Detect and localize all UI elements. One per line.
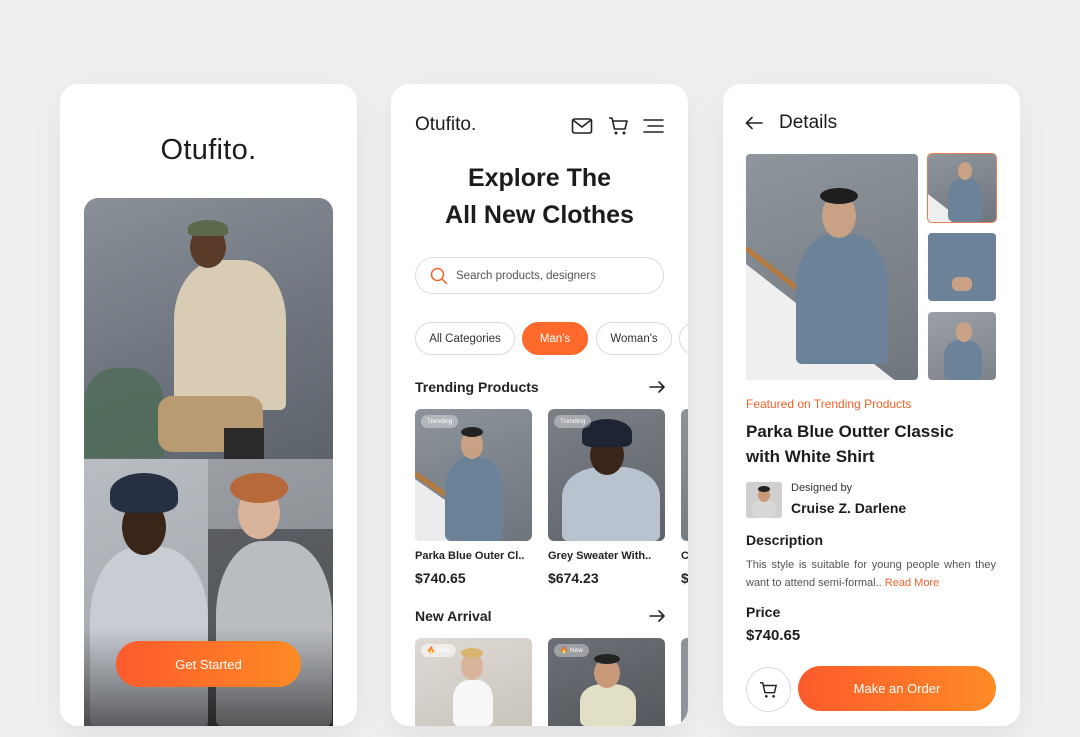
chip-more[interactable] xyxy=(679,322,688,355)
mail-icon[interactable] xyxy=(571,116,593,136)
chip-mans[interactable]: Man's xyxy=(522,322,588,355)
product-name-line1: Parka Blue Outter Classic xyxy=(746,422,954,441)
trending-arrow-icon[interactable] xyxy=(649,381,665,393)
product-card-image[interactable]: Trending xyxy=(415,409,532,541)
make-order-button[interactable]: Make an Order xyxy=(798,666,996,711)
page-title: Details xyxy=(779,112,838,133)
product-name: Parka Blue Outer Cl.. xyxy=(415,550,525,562)
back-arrow-icon[interactable] xyxy=(745,116,763,130)
search-bar[interactable] xyxy=(415,257,664,294)
search-icon xyxy=(430,267,448,285)
app-logo: Otufito. xyxy=(160,134,257,166)
product-name-line2: with White Shirt xyxy=(746,447,875,466)
product-thumbnail[interactable] xyxy=(928,233,996,301)
page-title: Explore The All New Clothes xyxy=(391,160,688,234)
featured-label: Featured on Trending Products xyxy=(746,397,912,411)
product-card-image[interactable]: 🔥 New xyxy=(548,638,665,726)
product-card-image[interactable] xyxy=(681,638,688,726)
new-arrival-title: New Arrival xyxy=(415,608,492,624)
product-name: Parka Blue Outter Classic with White Shi… xyxy=(746,419,996,469)
trending-tag: Trending xyxy=(421,415,459,428)
product-name: C xyxy=(681,550,688,562)
page-title-line1: Explore The xyxy=(467,164,612,192)
product-thumbnail[interactable] xyxy=(927,153,997,223)
search-input[interactable] xyxy=(456,258,656,293)
description-text: This style is suitable for young people … xyxy=(746,556,996,592)
details-screen: Details Featured on Trending Products Pa… xyxy=(723,84,1020,726)
trending-title: Trending Products xyxy=(415,379,539,395)
product-thumbnail[interactable] xyxy=(928,312,996,380)
designed-by-label: Designed by xyxy=(791,482,853,494)
page-title-line2: All New Clothes xyxy=(445,201,634,229)
description-body: This style is suitable for young people … xyxy=(746,559,996,589)
new-arrival-arrow-icon[interactable] xyxy=(649,610,665,622)
chip-all-categories[interactable]: All Categories xyxy=(415,322,515,355)
price-value: $740.65 xyxy=(746,627,801,644)
splash-screen: Otufito. Get Started xyxy=(60,84,357,726)
product-card-image[interactable]: 🔥 New xyxy=(415,638,532,726)
read-more-link[interactable]: Read More xyxy=(885,577,939,589)
product-name: Grey Sweater With.. xyxy=(548,550,652,562)
hero-photo-main xyxy=(84,198,333,459)
trending-tag: Trending xyxy=(554,415,592,428)
product-price: $740.65 xyxy=(415,570,466,586)
menu-icon[interactable] xyxy=(643,116,665,136)
new-tag: 🔥 New xyxy=(421,644,456,657)
designer-avatar[interactable] xyxy=(746,482,782,518)
product-price: $ xyxy=(681,570,688,586)
cart-icon[interactable] xyxy=(608,116,630,136)
product-card-image[interactable] xyxy=(681,409,688,541)
price-title: Price xyxy=(746,604,781,620)
chip-womans[interactable]: Woman's xyxy=(596,322,672,355)
add-to-cart-button[interactable] xyxy=(746,667,791,712)
get-started-button[interactable]: Get Started xyxy=(116,641,301,687)
description-title: Description xyxy=(746,532,824,548)
app-logo: Otufito. xyxy=(415,114,477,135)
product-price: $674.23 xyxy=(548,570,599,586)
new-tag: 🔥 New xyxy=(554,644,589,657)
product-main-image xyxy=(746,154,918,380)
home-screen: Otufito. Explore The All New Clothes All… xyxy=(391,84,688,726)
designer-name[interactable]: Cruise Z. Darlene xyxy=(791,500,906,516)
cart-icon xyxy=(759,681,777,698)
product-card-image[interactable]: Trending xyxy=(548,409,665,541)
